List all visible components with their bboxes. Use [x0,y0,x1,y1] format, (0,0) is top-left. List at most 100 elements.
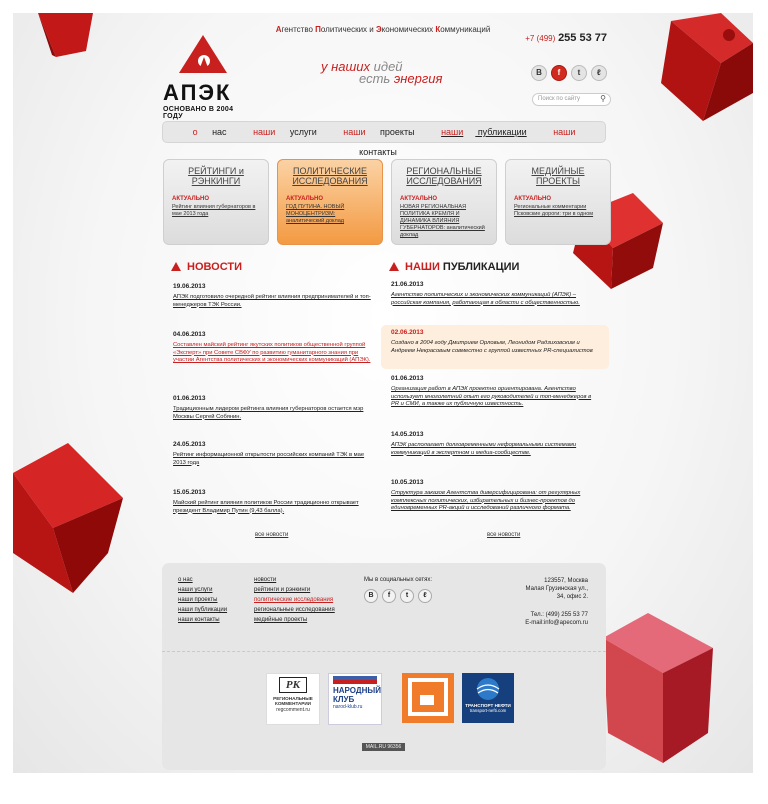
card-label: АКТУАЛЬНО [514,196,552,202]
search-icon[interactable]: ⚲ [600,93,606,104]
partner-orange-logo[interactable] [402,673,454,723]
news-item[interactable]: 19.06.2013 АПЭК подготовило очередной ре… [173,283,373,331]
all-publications-link[interactable]: все новости [487,532,520,538]
footer-link[interactable]: политические исследования [254,595,335,605]
globe-icon [476,678,500,700]
topbar-part: Экономических [375,25,436,34]
logo-since: ОСНОВАНО В 2004 ГОДУ [163,106,234,120]
publication-text[interactable]: Агентство политических и экономических к… [391,292,599,307]
card-link[interactable]: Региональные комментарии Псковские дорог… [514,204,602,218]
card-link[interactable]: ГОД ПУТИНА. НОВЫЙ МОНОЦЕНТРИЗМ: аналитич… [286,204,374,225]
vk-icon[interactable]: В [364,589,378,603]
publication-text[interactable]: Структура заказов Агентства диверсифицир… [391,490,599,513]
footer-link[interactable]: наши услуги [178,585,227,595]
publication-item[interactable]: 01.06.2013 Организация работ в АПЭК прое… [381,369,609,429]
card-media-projects[interactable]: МЕДИЙНЫЕ ПРОЕКТЫ АКТУАЛЬНО Региональные … [505,159,611,245]
nav-item-projects[interactable]: наши проекты [337,127,420,137]
footer-link[interactable]: региональные исследования [254,605,335,615]
footer-link[interactable]: наши публикации [178,605,227,615]
footer-address: 123557, Москва Малая Грузинская ул., 34,… [525,577,588,627]
publications-heading: НАШИ ПУБЛИКАЦИИ [389,261,519,273]
topbar-part: Политических и [315,25,376,34]
livejournal-icon[interactable]: ℓ [591,65,607,81]
publication-text[interactable]: АПЭК располагает долговременными неформа… [391,442,599,457]
publication-item[interactable]: 10.05.2013 Структура заказов Агентства д… [381,475,609,523]
footer-social: Мы в социальных сетях: В f t ℓ [364,577,432,603]
card-label: АКТУАЛЬНО [172,196,210,202]
news-list: 19.06.2013 АПЭК подготовило очередной ре… [173,283,373,529]
partner-narod-klub[interactable]: НАРОДНЫЙ КЛУБ narod-klub.ru [328,673,382,725]
livejournal-icon[interactable]: ℓ [418,589,432,603]
news-text[interactable]: Составлен майский рейтинг якутских полит… [173,342,373,365]
publication-item[interactable]: 21.06.2013 Агентство политических и экон… [381,279,609,325]
card-title[interactable]: РЕГИОНАЛЬНЫЕ ИССЛЕДОВАНИЯ [392,166,496,186]
news-item[interactable]: 01.06.2013 Традиционным лидером рейтинга… [173,395,373,441]
facebook-icon[interactable]: f [551,65,567,81]
publication-item[interactable]: 02.06.2013 Создано в 2004 году Дмитрием … [381,325,609,369]
search-input[interactable]: Поиск по сайту ⚲ [532,93,611,106]
card-title[interactable]: РЕЙТИНГИ и РЭНКИНГИ [164,166,268,186]
publication-date: 01.06.2013 [391,375,424,382]
partner-regcomment[interactable]: РК РЕГИОНАЛЬНЫЕ КОММЕНТАРИИ regcomment.r… [266,673,320,725]
news-item[interactable]: 24.05.2013 Рейтинг информационной открыт… [173,441,373,489]
card-political-research[interactable]: ПОЛИТИЧЕСКИЕ ИССЛЕДОВАНИЯ АКТУАЛЬНО ГОД … [277,159,383,245]
partner-text: transport-nefti.com [469,708,507,713]
topbar-part: Коммуникаций [435,25,491,34]
footer-link[interactable]: о нас [178,575,227,585]
footer-link[interactable]: медийные проекты [254,615,335,625]
card-title[interactable]: ПОЛИТИЧЕСКИЕ ИССЛЕДОВАНИЯ [278,166,382,186]
vk-icon[interactable]: В [531,65,547,81]
logo[interactable]: АПЭК ОСНОВАНО В 2004 ГОДУ [163,35,253,120]
twitter-icon[interactable]: t [571,65,587,81]
card-regional-research[interactable]: РЕГИОНАЛЬНЫЕ ИССЛЕДОВАНИЯ АКТУАЛЬНО НОВА… [391,159,497,245]
facebook-icon[interactable]: f [382,589,396,603]
section-cards: РЕЙТИНГИ и РЭНКИНГИ АКТУАЛЬНО Рейтинг вл… [163,159,611,245]
news-item[interactable]: 04.06.2013 Составлен майский рейтинг яку… [173,331,373,395]
news-text[interactable]: Традиционным лидером рейтинга влияния гу… [173,406,373,421]
nav-item-publications[interactable]: наши публикации [435,127,533,137]
partner-text: КОММЕНТАРИИ [275,701,311,706]
publication-text[interactable]: Создано в 2004 году Дмитрием Орловым, Ле… [391,340,599,355]
partner-transport-nefti[interactable]: ТРАНСПОРТ НЕФТИ transport-nefti.com [462,673,514,723]
address-line: 34, офис 2. [556,594,588,600]
publication-text[interactable]: Организация работ в АПЭК проектно ориент… [391,386,599,409]
news-text[interactable]: Рейтинг информационной открытости россий… [173,452,373,467]
card-ratings[interactable]: РЕЙТИНГИ и РЭНКИНГИ АКТУАЛЬНО Рейтинг вл… [163,159,269,245]
footer-email[interactable]: E-mail:info@apecom.ru [525,619,588,627]
card-link[interactable]: Рейтинг влияния губернаторов в мае 2013 … [172,204,260,218]
publication-date: 14.05.2013 [391,431,424,438]
card-title[interactable]: МЕДИЙНЫЕ ПРОЕКТЫ [506,166,610,186]
news-item[interactable]: 15.05.2013 Майский рейтинг влияния полит… [173,489,373,529]
topbar-part: Агентство [275,25,316,34]
nav-item-about[interactable]: о нас [187,127,233,137]
social-links: В f t ℓ [531,65,607,81]
mail-ru-counter[interactable]: MAIL.RU 96356 [362,743,405,751]
all-news-link[interactable]: все новости [255,532,288,538]
publication-date: 02.06.2013 [391,329,424,336]
footer-link[interactable]: наши контакты [178,615,227,625]
phone-code: +7 (499) [525,34,556,43]
twitter-icon[interactable]: t [400,589,414,603]
footer-nav-main: о нас наши услуги наши проекты наши публ… [178,575,227,625]
publication-item[interactable]: 14.05.2013 АПЭК располагает долговременн… [381,429,609,475]
logo-name: АПЭК [163,80,232,105]
news-date: 01.06.2013 [173,395,206,402]
footer-phone: Тел.: (499) 255 53 77 [530,612,588,618]
news-text[interactable]: АПЭК подготовило очередной рейтинг влиян… [173,294,373,309]
news-date: 04.06.2013 [173,331,206,338]
footer-link[interactable]: наши проекты [178,595,227,605]
footer-link[interactable]: рейтинги и рэнкинги [254,585,335,595]
logo-triangle-icon [179,35,227,73]
news-text[interactable]: Майский рейтинг влияния политиков России… [173,500,373,515]
partner-text: КЛУБ [333,695,355,704]
nav-item-services[interactable]: наши услуги [247,127,323,137]
slogan: у наших идей есть энергия [321,60,442,86]
card-link[interactable]: НОВАЯ РЕГИОНАЛЬНАЯ ПОЛИТИКА КРЕМЛЯ И ДИН… [400,204,488,239]
footer-divider [162,651,606,652]
triangle-icon [171,262,181,271]
partner-text: regcomment.ru [276,707,310,713]
phone-digits: 255 53 77 [558,32,607,44]
footer-link[interactable]: новости [254,575,335,585]
main-nav: о нас наши услуги наши проекты наши публ… [162,121,606,157]
slogan-part: есть [359,71,391,86]
